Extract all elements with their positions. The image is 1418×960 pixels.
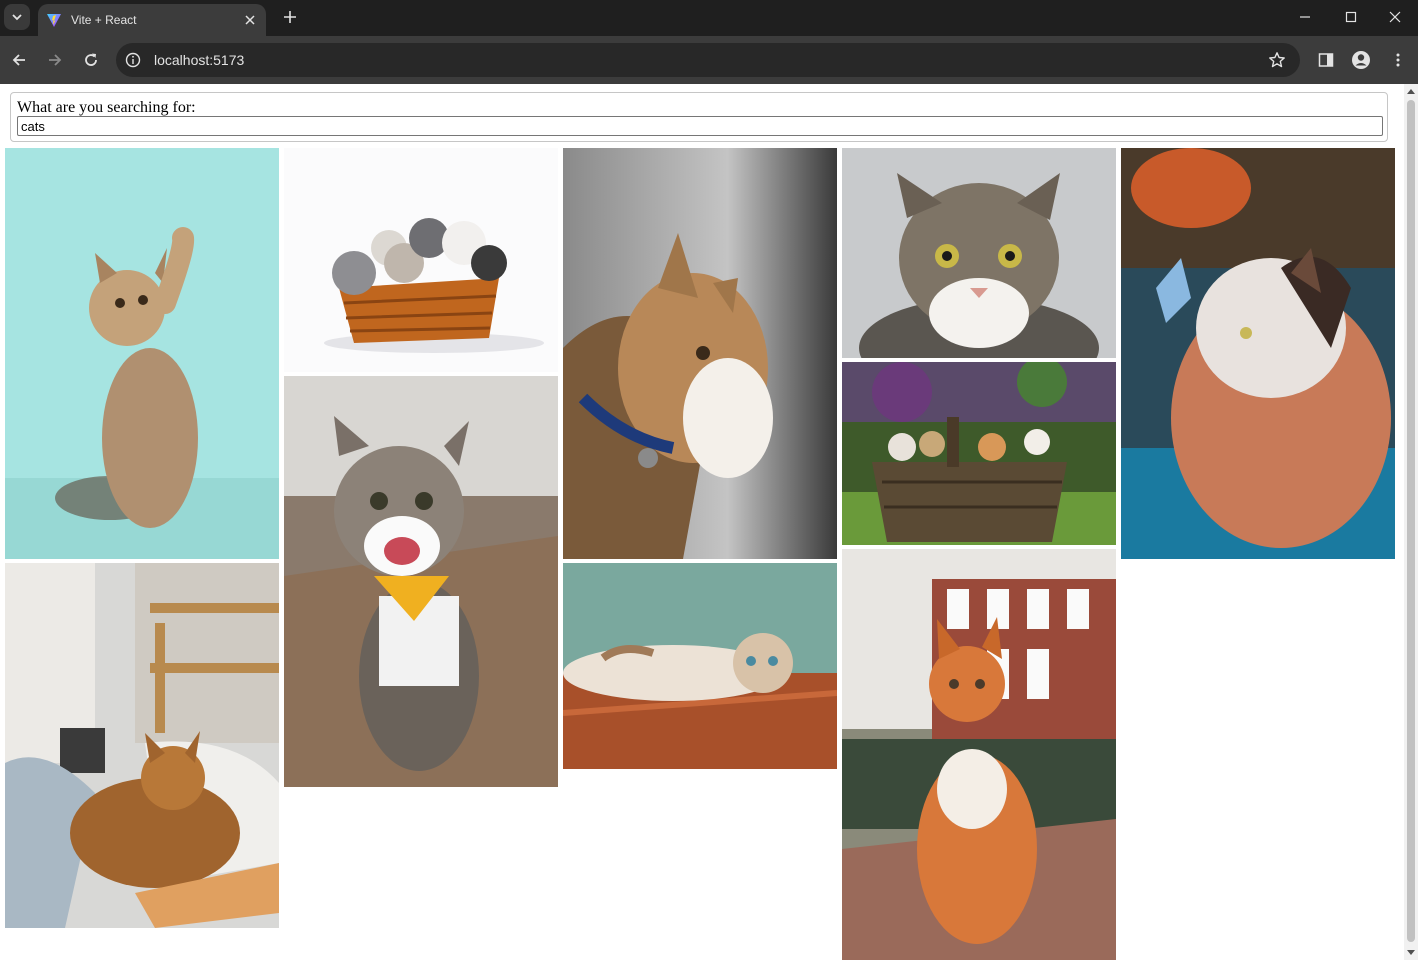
star-icon[interactable] — [1268, 51, 1286, 69]
photo-cat-sleeping-in-bed[interactable] — [5, 563, 279, 928]
scroll-up-arrow-icon[interactable] — [1407, 89, 1415, 94]
menu-button[interactable] — [1386, 48, 1410, 72]
vite-logo-icon — [47, 14, 61, 27]
side-panel-icon — [1318, 53, 1334, 67]
photo-cat-lying-on-floor[interactable] — [563, 563, 837, 769]
tab-search-button[interactable] — [4, 4, 30, 30]
search-form: What are you searching for: — [10, 92, 1388, 142]
photo-tabby-cat-portrait[interactable] — [842, 148, 1116, 358]
page-viewport: What are you searching for: — [0, 84, 1418, 960]
search-label: What are you searching for: — [17, 99, 196, 116]
tab-strip: Vite + React — [0, 0, 1418, 36]
browser-toolbar: localhost:5173 — [0, 36, 1418, 84]
side-panel-button[interactable] — [1314, 48, 1338, 72]
url-text: localhost:5173 — [154, 52, 245, 68]
reload-button[interactable] — [79, 48, 103, 72]
address-bar[interactable]: localhost:5173 — [116, 43, 1300, 77]
search-input[interactable] — [17, 116, 1383, 136]
arrow-left-icon — [12, 54, 25, 66]
new-tab-button[interactable] — [280, 7, 300, 27]
chevron-down-icon — [12, 14, 22, 21]
photo-kittens-in-basket[interactable] — [284, 148, 558, 372]
back-button[interactable] — [7, 48, 31, 72]
forward-button[interactable] — [43, 48, 67, 72]
photo-orange-cat-on-street[interactable] — [842, 549, 1116, 960]
profile-icon — [1352, 51, 1370, 69]
kebab-menu-icon — [1396, 53, 1400, 67]
photo-happy-cat-with-bandana[interactable] — [284, 376, 558, 787]
page-scrollbar[interactable] — [1404, 84, 1418, 960]
close-window-button[interactable] — [1372, 0, 1418, 34]
info-icon[interactable] — [124, 51, 142, 69]
photo-kitten-raising-paw[interactable] — [5, 148, 279, 559]
minimize-icon — [1300, 16, 1310, 18]
reload-icon — [85, 53, 97, 66]
maximize-button[interactable] — [1328, 0, 1374, 34]
close-icon — [1389, 11, 1401, 23]
minimize-button[interactable] — [1282, 0, 1328, 34]
maximize-icon — [1345, 11, 1357, 23]
close-icon[interactable] — [242, 12, 258, 28]
tab-active[interactable]: Vite + React — [38, 4, 266, 36]
tab-title: Vite + React — [71, 13, 137, 27]
plus-icon — [284, 11, 296, 23]
arrow-right-icon — [49, 54, 62, 66]
photo-kittens-in-wooden-basket[interactable] — [842, 362, 1116, 545]
scroll-thumb[interactable] — [1407, 100, 1415, 942]
profile-button[interactable] — [1349, 48, 1373, 72]
photo-cat-with-blue-collar-profile[interactable] — [563, 148, 837, 559]
scroll-down-arrow-icon[interactable] — [1407, 950, 1415, 955]
photo-cat-with-butterfly[interactable] — [1121, 148, 1395, 559]
